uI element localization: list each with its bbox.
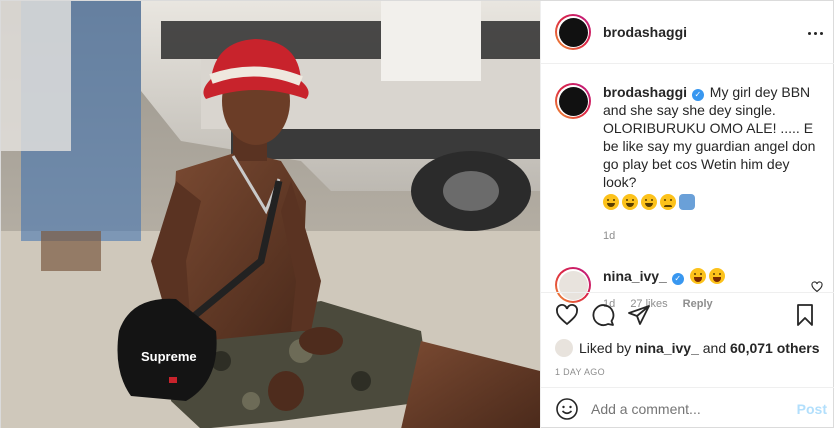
author-username[interactable]: brodashaggi bbox=[603, 24, 687, 40]
caption-body: brodashaggi ✓ My girl dey BBN and she sa… bbox=[603, 83, 821, 245]
liked-by-summary: Liked by nina_ivy_ and 60,071 others bbox=[555, 337, 821, 359]
weary-face-emoji-icon bbox=[603, 194, 619, 210]
instagram-post: Supreme brodashaggi brodashaggi ✓ My gir… bbox=[0, 0, 834, 428]
action-icons-row bbox=[555, 293, 821, 337]
heart-icon[interactable] bbox=[555, 303, 579, 327]
add-comment-input[interactable] bbox=[591, 400, 797, 417]
caption-avatar-image bbox=[558, 86, 588, 116]
caption-author-username[interactable]: brodashaggi bbox=[603, 84, 687, 100]
liked-by-suffix: and bbox=[702, 340, 727, 356]
pleading-face-emoji-icon bbox=[660, 194, 676, 210]
post-comment-button[interactable]: Post bbox=[797, 401, 827, 417]
weary-face-emoji-icon bbox=[622, 194, 638, 210]
verified-badge-icon: ✓ bbox=[671, 273, 684, 285]
liked-by-avatar[interactable] bbox=[555, 339, 573, 357]
post-photo[interactable]: Supreme bbox=[1, 1, 540, 428]
commenter-username[interactable]: nina_ivy_ bbox=[603, 268, 667, 284]
bag-logo-text: Supreme bbox=[141, 349, 197, 364]
person-praying-emoji-icon bbox=[679, 194, 695, 210]
smiley-icon[interactable] bbox=[555, 397, 579, 421]
post-photo-illustration: Supreme bbox=[1, 1, 540, 428]
post-side-panel: brodashaggi brodashaggi ✓ My girl dey BB… bbox=[540, 1, 834, 428]
paper-plane-icon[interactable] bbox=[627, 303, 651, 327]
comment-bubble-icon[interactable] bbox=[591, 303, 615, 327]
caption-time[interactable]: 1d bbox=[603, 230, 615, 242]
liked-by-count[interactable]: 60,071 others bbox=[730, 340, 820, 356]
verified-badge-icon: ✓ bbox=[691, 89, 704, 101]
post-actions: Liked by nina_ivy_ and 60,071 others 1 D… bbox=[541, 292, 834, 377]
liked-by-user[interactable]: nina_ivy_ bbox=[635, 340, 699, 356]
caption: brodashaggi ✓ My girl dey BBN and she sa… bbox=[555, 83, 821, 245]
post-timestamp[interactable]: 1 DAY AGO bbox=[555, 367, 821, 377]
add-comment-bar: Post bbox=[541, 387, 834, 428]
post-header: brodashaggi bbox=[541, 1, 834, 64]
bookmark-icon[interactable] bbox=[793, 303, 817, 327]
laughing-face-emoji-icon bbox=[689, 268, 706, 284]
author-avatar-image bbox=[558, 17, 588, 47]
caption-author-avatar[interactable] bbox=[555, 83, 591, 119]
caption-emojis bbox=[603, 193, 821, 211]
liked-by-prefix: Liked by bbox=[579, 340, 632, 356]
laughing-face-emoji-icon bbox=[708, 268, 725, 284]
author-avatar[interactable] bbox=[555, 14, 591, 50]
comments-section: brodashaggi ✓ My girl dey BBN and she sa… bbox=[541, 65, 834, 310]
caption-meta: 1d bbox=[603, 227, 821, 245]
weary-face-emoji-icon bbox=[641, 194, 657, 210]
more-horizontal-icon[interactable] bbox=[803, 23, 827, 43]
